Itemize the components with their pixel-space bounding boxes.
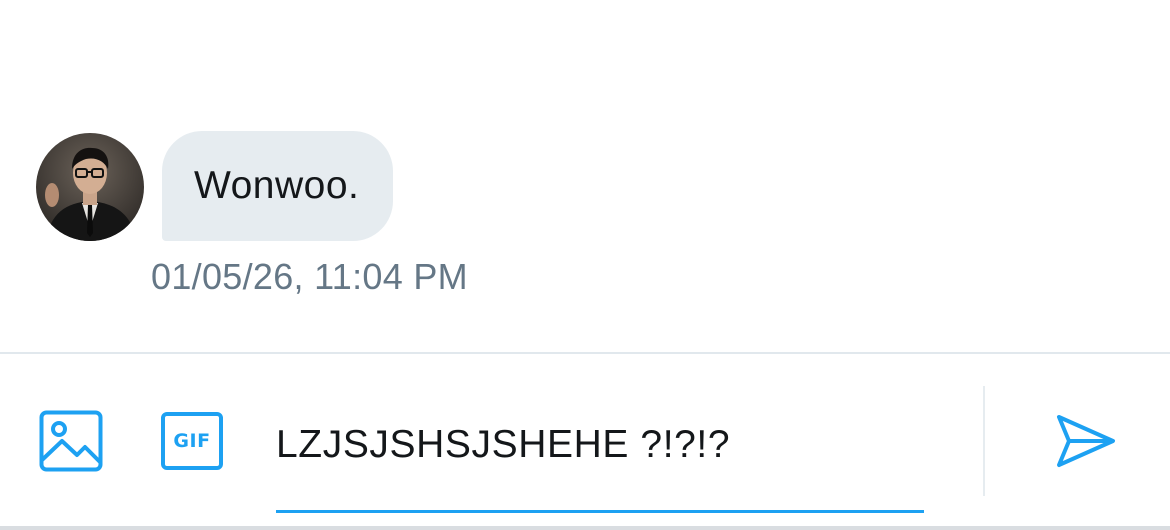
input-focus-underline: [276, 510, 924, 513]
message-input[interactable]: [276, 420, 924, 470]
dm-conversation-screen: Wonwoo. 01/05/26, 11:04 PM GIF: [0, 0, 1170, 530]
message-text: Wonwoo.: [194, 164, 360, 207]
image-icon: [39, 410, 103, 472]
add-gif-button[interactable]: GIF: [157, 408, 227, 474]
gif-label: GIF: [173, 430, 211, 452]
message-timestamp: 01/05/26, 11:04 PM: [151, 256, 468, 297]
send-button[interactable]: [1052, 408, 1120, 474]
composer-divider: [983, 386, 985, 496]
message-list: Wonwoo. 01/05/26, 11:04 PM: [0, 0, 1170, 352]
message-input-container[interactable]: [276, 394, 924, 513]
message-bubble[interactable]: Wonwoo.: [162, 131, 394, 241]
message-row: Wonwoo.: [36, 131, 394, 241]
bottom-border: [0, 526, 1170, 530]
message-composer: GIF: [0, 352, 1170, 528]
avatar[interactable]: [36, 133, 144, 241]
send-icon: [1057, 415, 1115, 467]
gif-icon: GIF: [161, 412, 223, 470]
add-media-button[interactable]: [38, 408, 104, 474]
